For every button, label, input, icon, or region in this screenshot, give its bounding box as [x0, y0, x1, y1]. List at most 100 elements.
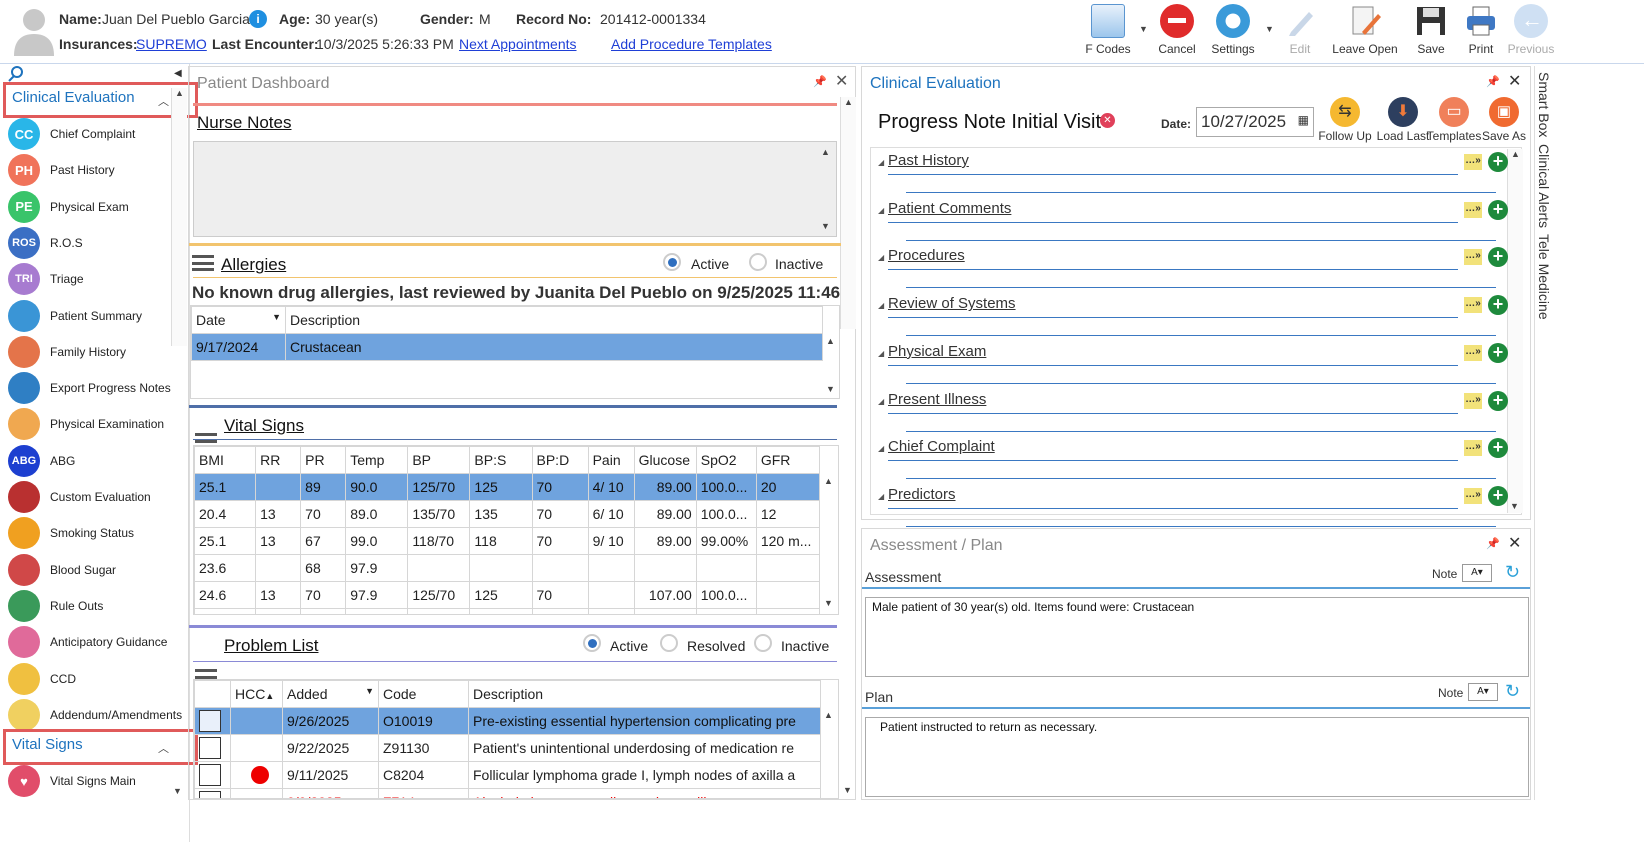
section-patient-comments[interactable]: ◢ Patient Comments …» +: [876, 196, 1508, 242]
dashboard-scrollbar[interactable]: ▲: [840, 97, 856, 329]
close-icon[interactable]: ✕: [1508, 533, 1521, 553]
problems-resolved-radio[interactable]: [660, 634, 678, 652]
sidebar-item-physical-exam[interactable]: PE Physical Exam: [8, 190, 188, 223]
section-chief-complaint[interactable]: ◢ Chief Complaint …» +: [876, 434, 1508, 480]
add-icon[interactable]: +: [1488, 152, 1508, 172]
quote-icon[interactable]: …»: [1464, 201, 1482, 218]
pin-icon[interactable]: 📌: [1486, 537, 1500, 550]
row-checkbox[interactable]: [194, 707, 231, 735]
assessment-note-dropdown[interactable]: A▾: [1462, 564, 1492, 582]
calendar-icon[interactable]: ▦: [1298, 113, 1309, 127]
section-label[interactable]: Patient Comments: [888, 200, 1011, 217]
tab-clinical-alerts[interactable]: Clinical Alerts: [1536, 144, 1552, 228]
section-present-illness[interactable]: ◢ Present Illness …» +: [876, 387, 1508, 433]
tab-smart-box[interactable]: Smart Box: [1536, 72, 1552, 137]
col-hcc[interactable]: HCC▲: [230, 680, 283, 708]
quote-icon[interactable]: …»: [1464, 297, 1482, 314]
sidebar-item-abg[interactable]: ABG ABG: [8, 444, 188, 477]
notes-scroll-down-icon[interactable]: ▼: [821, 221, 830, 231]
quote-icon[interactable]: …»: [1464, 154, 1482, 170]
quote-icon[interactable]: …»: [1464, 249, 1482, 266]
quote-icon[interactable]: …»: [1464, 487, 1482, 504]
plan-textarea[interactable]: Patient instructed to return as necessar…: [865, 717, 1529, 797]
previous-button[interactable]: ← Previous: [1498, 4, 1564, 56]
table-row[interactable]: 24.6 13 70 97.9 125/70 125 70 107.00 100.0...: [194, 581, 821, 609]
table-row[interactable]: 9/17/2024 Crustacean: [191, 333, 823, 361]
pin-icon[interactable]: 📌: [813, 75, 827, 88]
insurance-link[interactable]: SUPREMO: [136, 36, 207, 52]
col-pr[interactable]: PR: [300, 446, 347, 474]
table-row[interactable]: 9/11/2025 C8204 Follicular lymphoma grade …: [194, 761, 821, 789]
quote-icon[interactable]: …»: [1464, 440, 1482, 457]
problems-inactive-radio[interactable]: [754, 634, 772, 652]
info-icon[interactable]: i: [249, 10, 267, 28]
templates-button[interactable]: ▭ Templates: [1426, 97, 1482, 143]
section-predictors[interactable]: ◢ Predictors …» +: [876, 482, 1508, 528]
allergies-menu-icon[interactable]: [192, 255, 214, 271]
tab-tele-medicine[interactable]: Tele Medicine: [1536, 234, 1552, 320]
sidebar-item-rule-outs[interactable]: Rule Outs: [8, 589, 188, 622]
problems-active-radio[interactable]: [583, 634, 601, 652]
collapse-triangle-icon[interactable]: ◢: [878, 444, 884, 453]
leave-open-button[interactable]: Leave Open: [1332, 4, 1398, 56]
collapse-triangle-icon[interactable]: ◢: [878, 301, 884, 310]
col-glucose[interactable]: Glucose: [633, 446, 697, 474]
add-procedure-templates-link[interactable]: Add Procedure Templates: [611, 36, 772, 52]
sidebar-item-addendum-amendments[interactable]: Addendum/Amendments: [8, 698, 188, 731]
edit-button[interactable]: Edit: [1267, 4, 1333, 56]
sidebar-item-vital-signs-main[interactable]: ♥ Vital Signs Main: [8, 765, 188, 797]
sidebar-item-anticipatory-guidance[interactable]: Anticipatory Guidance: [8, 626, 188, 659]
section-label[interactable]: Procedures: [888, 247, 965, 264]
sidebar-item-ccd[interactable]: CCD: [8, 662, 188, 695]
allergies-inactive-radio[interactable]: [749, 253, 767, 271]
load-last-button[interactable]: ⬇ Load Last: [1375, 97, 1431, 143]
table-row[interactable]: 9/26/2025 O10019 Pre-existing essential hy…: [194, 707, 821, 735]
refresh-icon[interactable]: ↻: [1505, 681, 1520, 702]
col-temp[interactable]: Temp: [345, 446, 409, 474]
quote-icon[interactable]: …»: [1464, 392, 1482, 409]
nurse-notes-textarea[interactable]: [193, 141, 837, 237]
table-row[interactable]: 20.4 13 70 89.0 135/70 135 70 6/ 10 89.00 100.0..…: [194, 500, 821, 528]
table-row[interactable]: 23.6 68 97.9: [194, 554, 821, 582]
add-icon[interactable]: +: [1488, 390, 1508, 411]
sidebar-item-triage[interactable]: TRI Triage: [8, 263, 188, 296]
add-icon[interactable]: +: [1488, 438, 1508, 459]
section-physical-exam[interactable]: ◢ Physical Exam …» +: [876, 339, 1508, 385]
section-vital-signs[interactable]: Vital Signs ︿: [3, 729, 198, 765]
sidebar-item-family-history[interactable]: Family History: [8, 335, 188, 368]
sidebar-item-r-o-s[interactable]: ROS R.O.S: [8, 226, 188, 259]
col-pain[interactable]: Pain: [587, 446, 635, 474]
col-date[interactable]: Date ▼: [191, 306, 286, 334]
save-as-button[interactable]: ▣ Save As: [1476, 97, 1532, 143]
sidebar-item-smoking-status[interactable]: Smoking Status: [8, 517, 188, 550]
follow-up-button[interactable]: ⇆ Follow Up: [1317, 97, 1373, 143]
col-code[interactable]: Code: [378, 680, 469, 708]
collapse-triangle-icon[interactable]: ◢: [878, 253, 884, 262]
sidebar-item-chief-complaint[interactable]: CC Chief Complaint: [8, 118, 188, 150]
notes-scroll-up-icon[interactable]: ▲: [821, 147, 830, 157]
add-icon[interactable]: +: [1488, 342, 1508, 363]
quote-icon[interactable]: …»: [1464, 344, 1482, 361]
collapse-triangle-icon[interactable]: ◢: [878, 349, 884, 358]
clinical-scroll-down-icon[interactable]: ▼: [1510, 501, 1519, 511]
col-bmi[interactable]: BMI: [194, 446, 257, 474]
row-checkbox[interactable]: [194, 788, 231, 798]
sidebar-item-patient-summary[interactable]: Patient Summary: [8, 299, 188, 332]
sidebar-item-physical-examination[interactable]: Physical Examination: [8, 408, 188, 441]
remove-note-icon[interactable]: ✕: [1100, 113, 1115, 128]
section-procedures[interactable]: ◢ Procedures …» +: [876, 243, 1508, 289]
col-gfr[interactable]: GFR: [755, 446, 821, 474]
sidebar-item-custom-evaluation[interactable]: Custom Evaluation: [8, 481, 188, 513]
sidebar-item-export-progress-notes[interactable]: Export Progress Notes: [8, 372, 188, 405]
add-icon[interactable]: +: [1488, 247, 1508, 268]
table-row[interactable]: 25.1 89 90.0 125/70 125 70 4/ 10 89.00 100.0... 2…: [194, 473, 821, 501]
col-rr[interactable]: RR: [255, 446, 302, 474]
col-description[interactable]: Description: [285, 306, 823, 334]
section-label[interactable]: Present Illness: [888, 391, 986, 408]
clinical-scrollbar[interactable]: ▲: [1507, 149, 1523, 513]
col-bp-d[interactable]: BP:D: [531, 446, 589, 474]
table-row[interactable]: 9/22/2025 Z91130 Patient's unintentional u…: [194, 734, 821, 762]
search-icon[interactable]: [8, 66, 24, 82]
row-checkbox[interactable]: [194, 734, 231, 762]
col-bp[interactable]: BP: [407, 446, 471, 474]
